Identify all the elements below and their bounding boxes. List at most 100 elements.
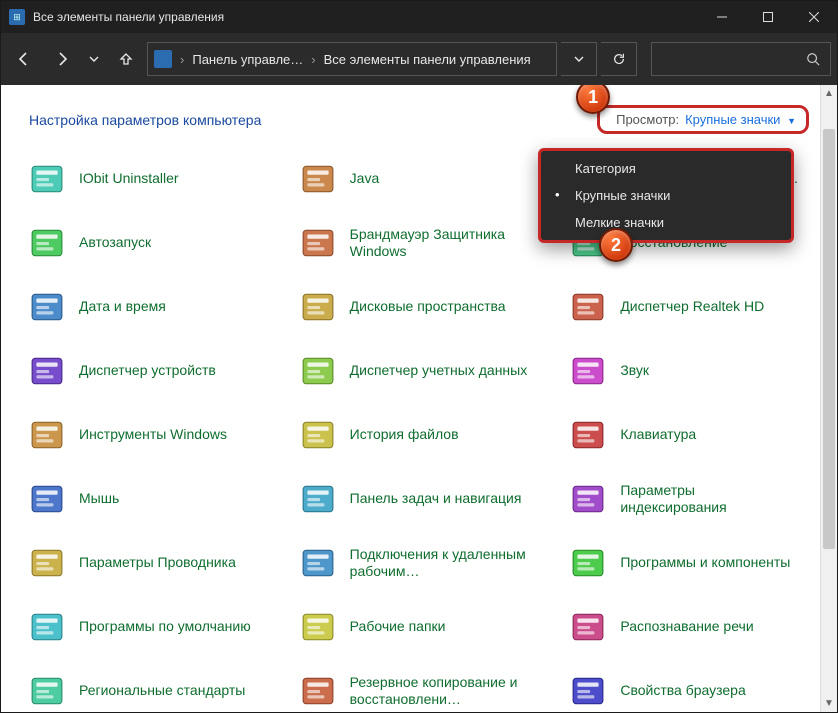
item-label: Региональные стандарты bbox=[79, 682, 245, 700]
control-panel-item[interactable]: Резервное копирование и восстановлени… bbox=[296, 664, 559, 712]
control-panel-item[interactable]: Диспетчер Realtek HD bbox=[566, 280, 829, 334]
control-panel-item[interactable]: Распознавание речи bbox=[566, 600, 829, 654]
minimize-button[interactable] bbox=[699, 1, 745, 33]
item-label: Брандмауэр Защитника Windows bbox=[350, 226, 530, 261]
item-icon bbox=[570, 417, 606, 453]
control-panel-icon bbox=[154, 50, 172, 68]
item-label: Рабочие папки bbox=[350, 618, 446, 636]
chevron-down-icon: ▼ bbox=[787, 116, 796, 126]
search-icon bbox=[806, 52, 820, 66]
navbar: › Панель управле… › Все элементы панели … bbox=[1, 33, 837, 85]
forward-button[interactable] bbox=[45, 42, 79, 76]
item-icon bbox=[300, 289, 336, 325]
recent-menu-button[interactable] bbox=[83, 42, 105, 76]
item-label: Диспетчер учетных данных bbox=[350, 362, 528, 380]
item-icon bbox=[570, 353, 606, 389]
control-panel-item[interactable]: Параметры индексирования bbox=[566, 472, 829, 526]
breadcrumb-control-panel[interactable]: Панель управле… bbox=[192, 52, 303, 67]
control-panel-item[interactable]: История файлов bbox=[296, 408, 559, 462]
scroll-down-icon[interactable]: ▼ bbox=[821, 695, 837, 712]
control-panel-item[interactable]: Мышь bbox=[25, 472, 288, 526]
search-input[interactable] bbox=[651, 42, 831, 76]
maximize-button[interactable] bbox=[745, 1, 791, 33]
control-panel-item[interactable]: Диспетчер устройств bbox=[25, 344, 288, 398]
control-panel-item[interactable]: Автозапуск bbox=[25, 216, 288, 270]
item-label: Программы и компоненты bbox=[620, 554, 790, 572]
view-dropdown[interactable]: Крупные значки ▼ bbox=[685, 112, 796, 127]
address-bar[interactable]: › Панель управле… › Все элементы панели … bbox=[147, 42, 557, 76]
item-icon bbox=[300, 353, 336, 389]
item-label: Диспетчер устройств bbox=[79, 362, 216, 380]
item-label: Дисковые пространства bbox=[350, 298, 506, 316]
item-label: Свойства браузера bbox=[620, 682, 745, 700]
item-icon bbox=[300, 161, 336, 197]
item-label: Подключения к удаленным рабочим… bbox=[350, 546, 530, 581]
item-label: Инструменты Windows bbox=[79, 426, 227, 444]
control-panel-item[interactable]: Рабочие папки bbox=[296, 600, 559, 654]
control-panel-item[interactable]: Инструменты Windows bbox=[25, 408, 288, 462]
item-icon bbox=[300, 673, 336, 709]
item-label: Резервное копирование и восстановлени… bbox=[350, 674, 530, 709]
control-panel-item[interactable]: Клавиатура bbox=[566, 408, 829, 462]
item-icon bbox=[300, 481, 336, 517]
item-label: Параметры Проводника bbox=[79, 554, 236, 572]
item-label: Параметры индексирования bbox=[620, 482, 800, 517]
item-label: Клавиатура bbox=[620, 426, 696, 444]
item-icon bbox=[300, 417, 336, 453]
view-value-text: Крупные значки bbox=[685, 112, 780, 127]
close-button[interactable] bbox=[791, 1, 837, 33]
item-icon bbox=[570, 609, 606, 645]
refresh-button[interactable] bbox=[601, 42, 637, 76]
item-label: История файлов bbox=[350, 426, 459, 444]
item-icon bbox=[29, 609, 65, 645]
control-panel-item[interactable]: Панель задач и навигация bbox=[296, 472, 559, 526]
window-title: Все элементы панели управления bbox=[33, 10, 699, 24]
scroll-thumb[interactable] bbox=[823, 129, 835, 549]
callout-badge-2: 2 bbox=[599, 228, 633, 262]
breadcrumb-all-items[interactable]: Все элементы панели управления bbox=[324, 52, 531, 67]
header-row: Настройка параметров компьютера Просмотр… bbox=[25, 101, 829, 152]
control-panel-item[interactable]: Программы и компоненты bbox=[566, 536, 829, 590]
scroll-up-icon[interactable]: ▲ bbox=[821, 85, 837, 102]
item-icon bbox=[570, 673, 606, 709]
control-panel-item[interactable]: Программы по умолчанию bbox=[25, 600, 288, 654]
control-panel-icon: ⊞ bbox=[9, 9, 25, 25]
item-label: Панель задач и навигация bbox=[350, 490, 522, 508]
control-panel-item[interactable]: Региональные стандарты bbox=[25, 664, 288, 712]
view-label: Просмотр: bbox=[616, 112, 679, 127]
address-history-button[interactable] bbox=[561, 42, 597, 76]
chevron-right-icon: › bbox=[180, 52, 184, 67]
control-panel-item[interactable]: Подключения к удаленным рабочим… bbox=[296, 536, 559, 590]
page-title: Настройка параметров компьютера bbox=[29, 112, 261, 128]
scrollbar[interactable]: ▲ ▼ bbox=[820, 85, 837, 712]
control-panel-item[interactable]: Диспетчер учетных данных bbox=[296, 344, 559, 398]
item-icon bbox=[29, 225, 65, 261]
item-icon bbox=[300, 545, 336, 581]
control-panel-item[interactable]: Параметры Проводника bbox=[25, 536, 288, 590]
titlebar: ⊞ Все элементы панели управления bbox=[1, 1, 837, 33]
back-button[interactable] bbox=[7, 42, 41, 76]
item-icon bbox=[29, 673, 65, 709]
control-panel-item[interactable]: Брандмауэр Защитника Windows bbox=[296, 216, 559, 270]
menu-item-small-icons[interactable]: Мелкие значки bbox=[541, 209, 791, 236]
item-label: Java bbox=[350, 170, 380, 188]
item-icon bbox=[570, 481, 606, 517]
item-label: Дата и время bbox=[79, 298, 166, 316]
item-label: Мышь bbox=[79, 490, 119, 508]
content-area: Настройка параметров компьютера Просмотр… bbox=[1, 85, 837, 712]
control-panel-item[interactable]: Дисковые пространства bbox=[296, 280, 559, 334]
menu-item-large-icons[interactable]: Крупные значки bbox=[541, 182, 791, 209]
control-panel-item[interactable]: Свойства браузера bbox=[566, 664, 829, 712]
item-icon bbox=[29, 545, 65, 581]
up-button[interactable] bbox=[109, 42, 143, 76]
item-label: Автозапуск bbox=[79, 234, 151, 252]
chevron-right-icon: › bbox=[311, 52, 315, 67]
window: ⊞ Все элементы панели управления › Панел… bbox=[0, 0, 838, 713]
control-panel-item[interactable]: Дата и время bbox=[25, 280, 288, 334]
item-label: Диспетчер Realtek HD bbox=[620, 298, 764, 316]
control-panel-item[interactable]: IObit Uninstaller bbox=[25, 152, 288, 206]
view-dropdown-menu: Категория Крупные значки Мелкие значки 2 bbox=[538, 148, 794, 243]
control-panel-item[interactable]: Java bbox=[296, 152, 559, 206]
menu-item-category[interactable]: Категория bbox=[541, 155, 791, 182]
control-panel-item[interactable]: Звук bbox=[566, 344, 829, 398]
